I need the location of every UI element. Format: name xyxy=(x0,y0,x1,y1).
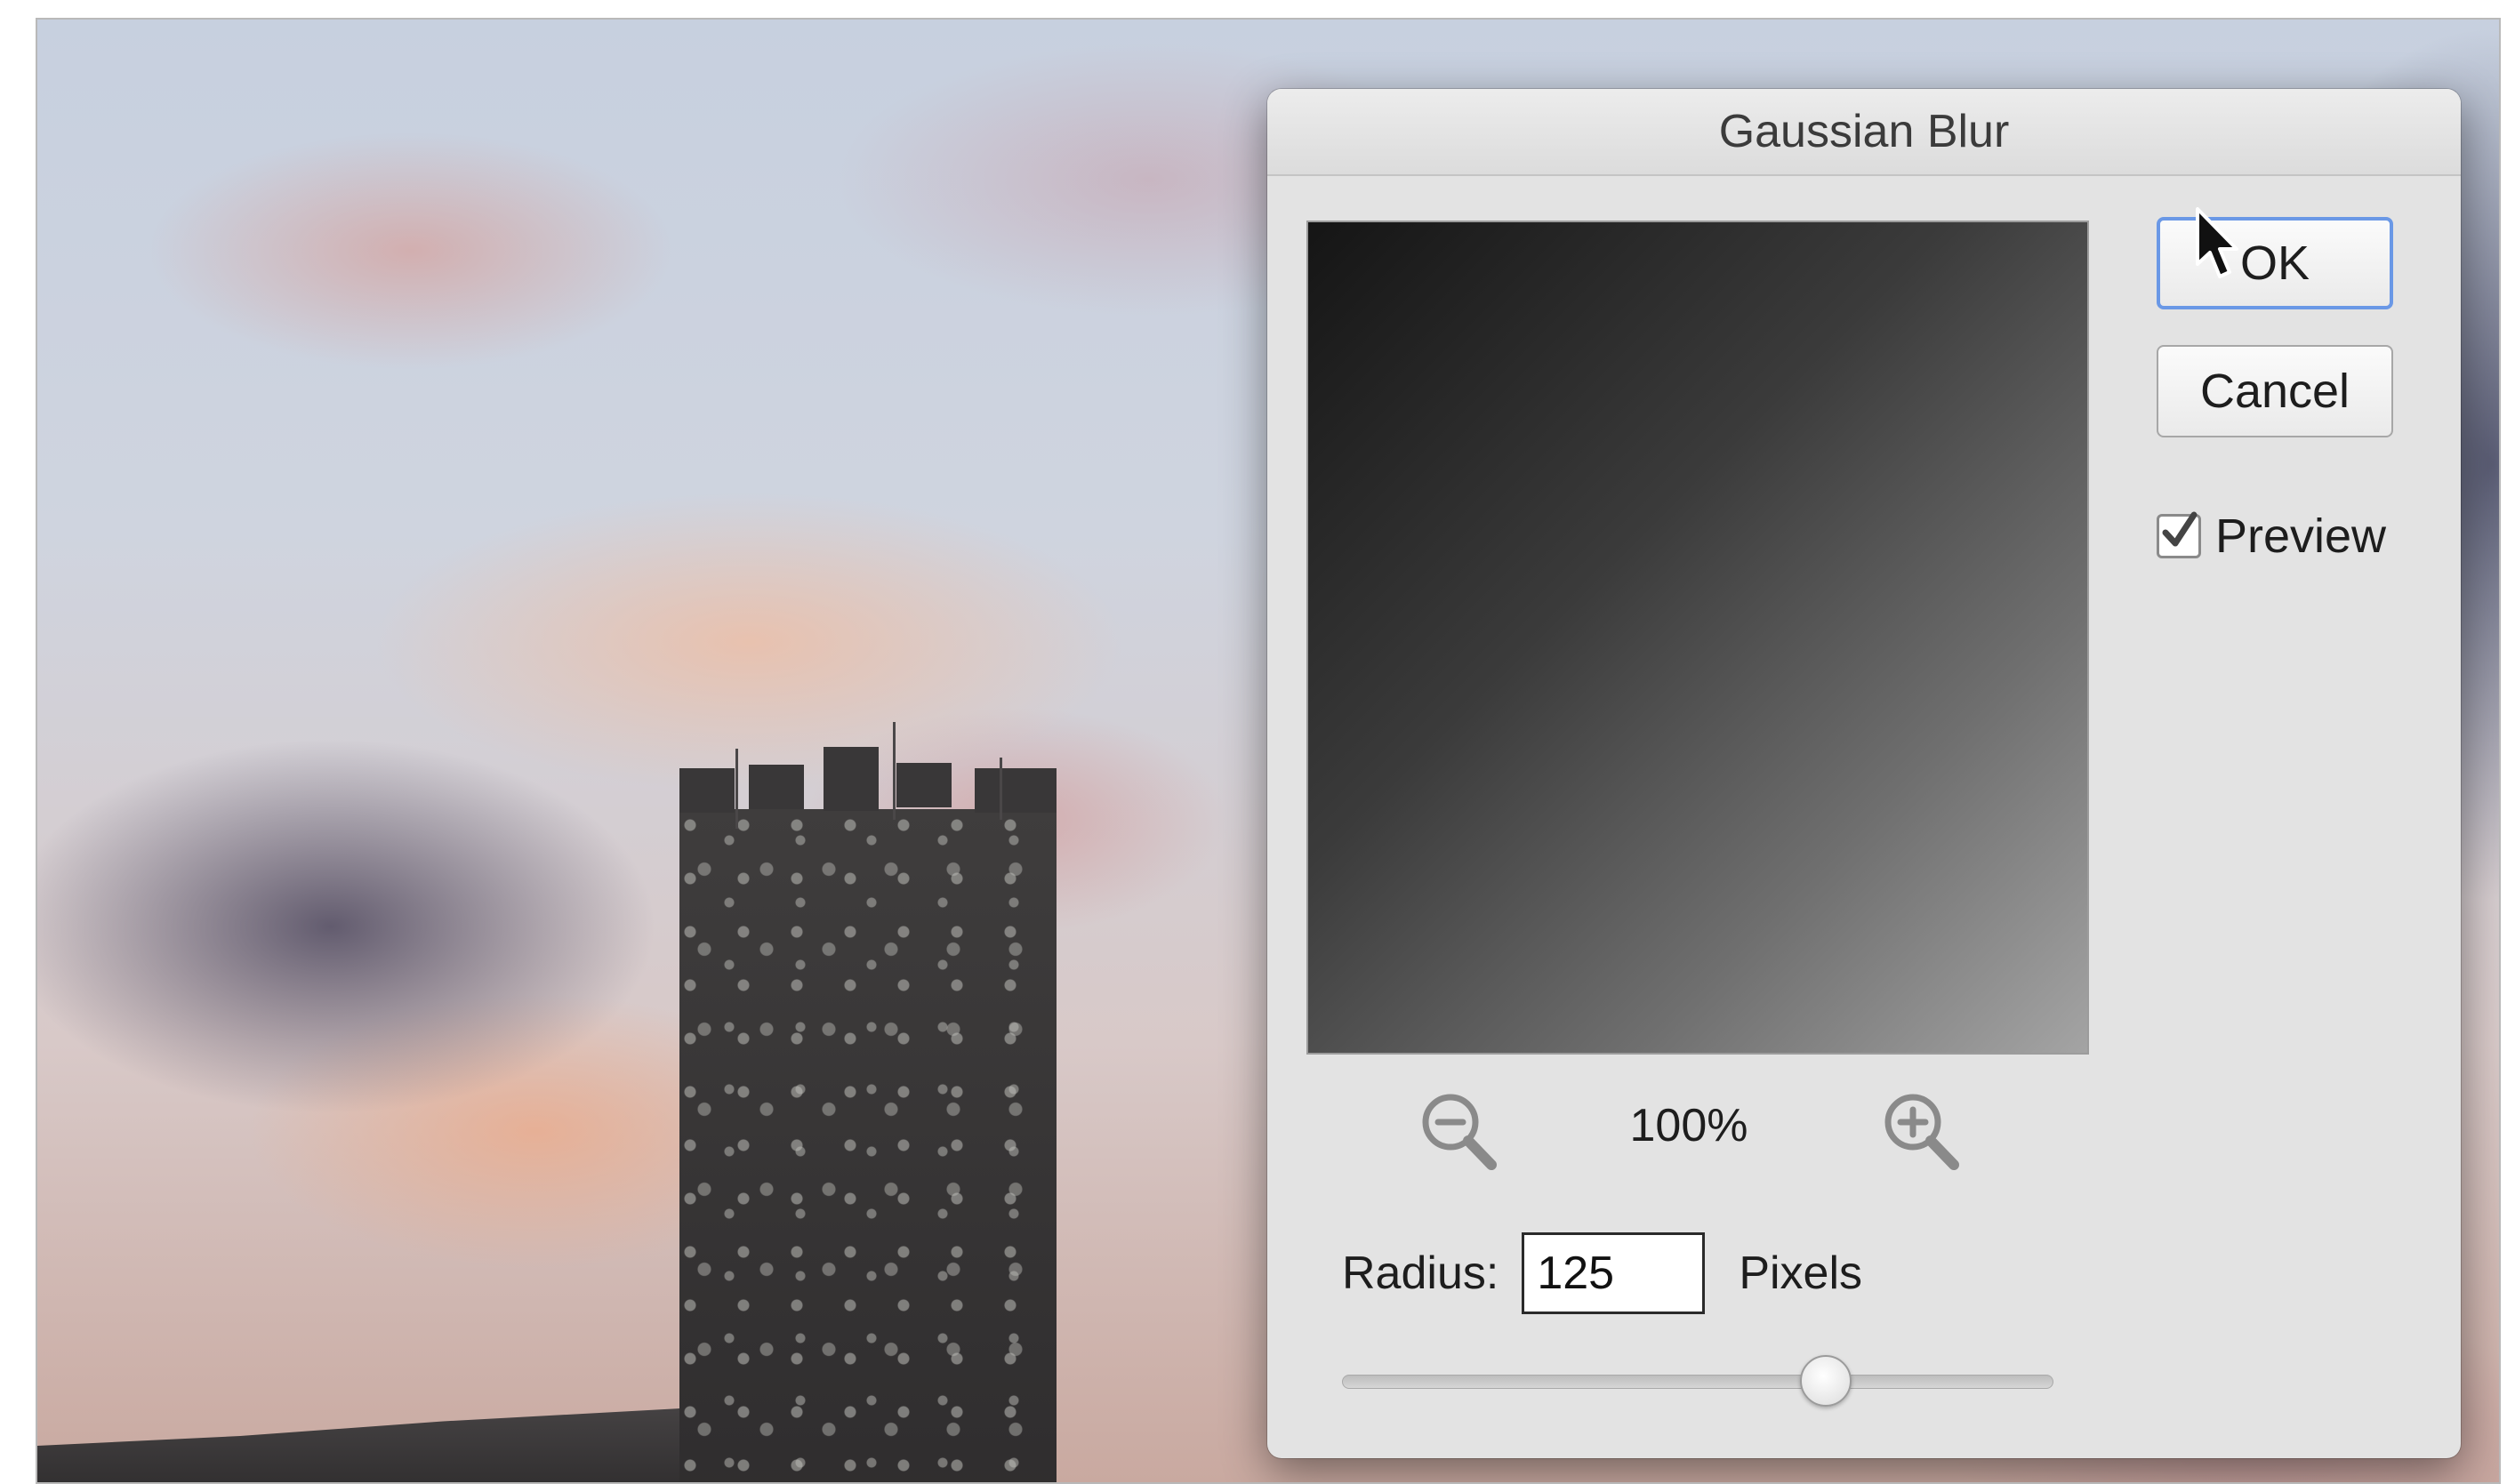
radius-row: Radius: Pixels xyxy=(1342,1229,1862,1318)
preview-label: Preview xyxy=(2215,509,2387,563)
tower-battlement xyxy=(975,768,1057,813)
radius-slider[interactable] xyxy=(1342,1355,2053,1408)
dialog-title[interactable]: Gaussian Blur xyxy=(1267,89,2461,176)
photo-canvas: Gaussian Blur 100% OK Cancel Preview Rad… xyxy=(36,18,2501,1484)
slider-thumb[interactable] xyxy=(1800,1355,1852,1407)
church-tower xyxy=(679,809,1057,1482)
tower-pinnacle xyxy=(893,722,896,820)
tower-battlement xyxy=(749,765,804,809)
preview-checkbox[interactable] xyxy=(2157,511,2201,558)
church-wall xyxy=(37,1407,713,1482)
units-label: Pixels xyxy=(1739,1247,1863,1299)
tower-battlement xyxy=(679,768,735,813)
slider-track[interactable] xyxy=(1342,1375,2053,1389)
ok-button[interactable]: OK xyxy=(2157,217,2393,309)
radius-input[interactable] xyxy=(1522,1232,1706,1314)
blur-preview[interactable] xyxy=(1306,221,2089,1055)
preview-checkbox-row[interactable]: Preview xyxy=(2157,505,2386,567)
zoom-controls: 100% xyxy=(1306,1076,2085,1174)
tower-pinnacle xyxy=(735,749,738,829)
zoom-in-icon[interactable] xyxy=(1876,1087,1965,1175)
gaussian-blur-dialog: Gaussian Blur 100% OK Cancel Preview Rad… xyxy=(1267,89,2461,1458)
zoom-out-icon[interactable] xyxy=(1413,1087,1502,1175)
zoom-level: 100% xyxy=(1629,1100,1748,1151)
tower-battlement xyxy=(896,763,952,807)
checkmark-icon xyxy=(2162,511,2198,547)
cancel-button[interactable]: Cancel xyxy=(2157,345,2393,437)
tower-battlement xyxy=(824,747,879,811)
tower-pinnacle xyxy=(1000,758,1002,820)
radius-label: Radius: xyxy=(1342,1247,1499,1299)
